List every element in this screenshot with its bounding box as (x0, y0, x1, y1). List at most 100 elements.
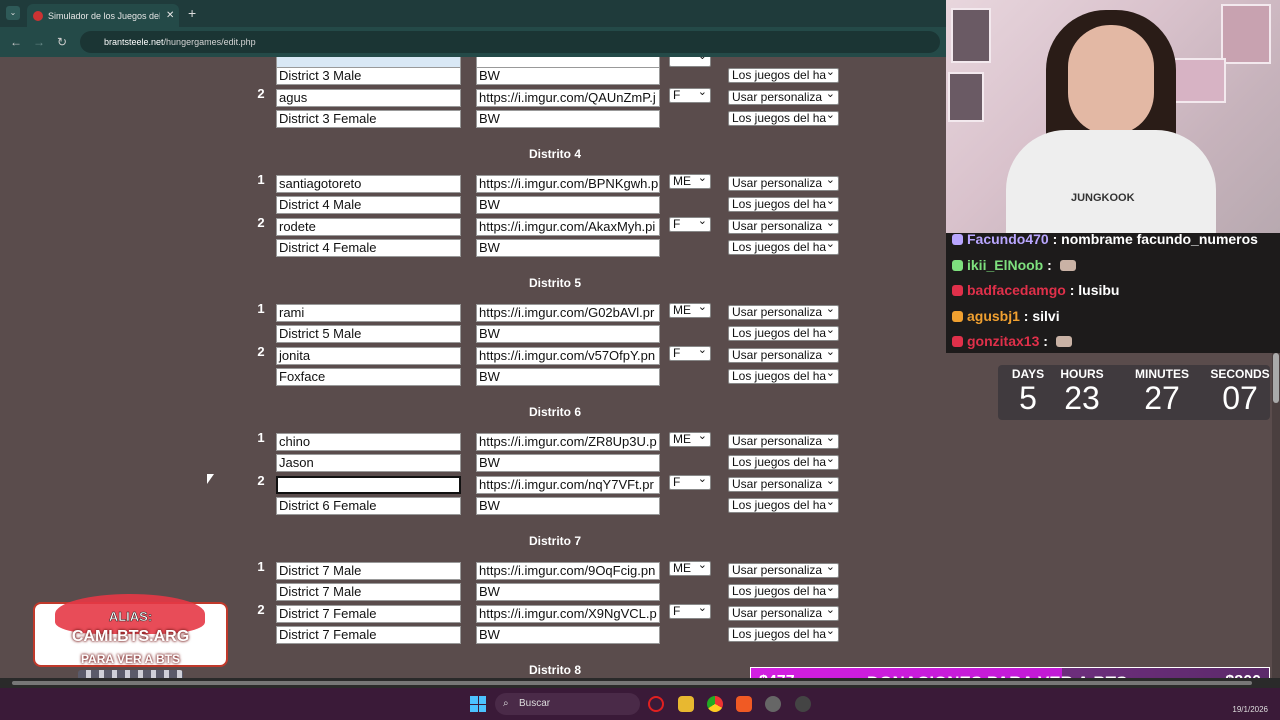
image-option-select[interactable]: Usar personaliza (728, 218, 839, 234)
gender-select[interactable]: F (669, 603, 711, 619)
image-option-select[interactable]: Usar personaliza (728, 175, 839, 191)
tribute-name-input[interactable]: District 6 Female (276, 497, 461, 515)
image-option-select[interactable]: Usar personaliza (728, 562, 839, 578)
tribute-name-input[interactable]: agus (276, 88, 461, 107)
chat-message: ikii_ElNoob : (952, 257, 1076, 273)
image-option-select[interactable]: Usar personaliza (728, 304, 839, 320)
image-option-select[interactable]: Los juegos del ha (728, 326, 839, 341)
gender-select[interactable]: ME (669, 431, 711, 447)
tribute-name-input[interactable]: Jason (276, 454, 461, 472)
tribute-image-input[interactable]: BW (476, 110, 660, 128)
new-tab-icon[interactable]: + (188, 5, 196, 21)
vertical-scrollbar-thumb[interactable] (1273, 353, 1279, 403)
tribute-image-input[interactable]: BW (476, 626, 660, 644)
windows-start-icon[interactable] (470, 696, 486, 712)
tribute-name-input[interactable]: District 7 Female (276, 626, 461, 644)
taskbar-clock: 19/1/2026 (1228, 693, 1268, 715)
alias-badge: ALIAS: CAMI.BTS.ARG PARA VER A BTS (33, 594, 228, 691)
image-option-select[interactable]: Los juegos del ha (728, 584, 839, 599)
close-tab-icon[interactable]: ✕ (166, 10, 174, 21)
tribute-image-input[interactable]: BW (476, 368, 660, 386)
chat-separator: : (1043, 256, 1056, 273)
image-option-select[interactable]: Los juegos del ha (728, 369, 839, 384)
gender-select[interactable]: ME (669, 302, 711, 318)
image-option-select[interactable]: Los juegos del ha (728, 627, 839, 642)
tribute-image-input[interactable]: BW (476, 239, 660, 257)
chat-badge-icon (952, 336, 963, 347)
horizontal-scrollbar-thumb[interactable] (12, 681, 1252, 685)
tribute-name-input[interactable] (276, 475, 461, 494)
tribute-image-input[interactable]: BW (476, 583, 660, 601)
district-heading: Distrito 6 (528, 404, 581, 419)
image-option-select[interactable]: Usar personaliza (728, 433, 839, 449)
brave-icon[interactable] (736, 696, 752, 712)
forward-icon[interactable]: → (33, 35, 45, 49)
image-option-select[interactable]: Usar personaliza (728, 605, 839, 621)
tribute-image-input[interactable]: BW (476, 67, 660, 85)
tribute-image-input[interactable]: https://i.imgur.com/X9NgVCL.p (476, 604, 660, 623)
image-option-select[interactable]: Usar personaliza (728, 89, 839, 105)
timer-unit: SECONDS 07 (1208, 367, 1272, 415)
gender-select[interactable]: ME (669, 560, 711, 576)
vertical-scrollbar[interactable] (1272, 353, 1280, 678)
tab-search-icon[interactable]: ⌄ (6, 6, 20, 20)
tribute-name-input[interactable]: District 7 Male (276, 561, 461, 580)
tribute-image-input[interactable]: BW (476, 454, 660, 472)
horizontal-scrollbar[interactable] (0, 678, 1280, 688)
browser-tab[interactable]: Simulador de los Juegos del Ha ✕ (27, 4, 179, 27)
back-icon[interactable]: ← (10, 35, 22, 49)
image-option-select[interactable]: Usar personaliza (728, 476, 839, 492)
tribute-image-input[interactable]: https://i.imgur.com/G02bAVl.pr (476, 303, 660, 322)
chat-username: agusbj1 (967, 307, 1020, 324)
tribute-image-input[interactable]: https://i.imgur.com/v57OfpY.pn (476, 346, 660, 365)
url-field[interactable]: brantsteele.net/hungergames/edit.php (80, 31, 940, 53)
tribute-number: 1 (257, 300, 265, 316)
tribute-name-input[interactable]: District 4 Female (276, 239, 461, 257)
tribute-name-input[interactable]: santiagotoreto (276, 174, 461, 193)
tribute-name-input[interactable]: District 3 Female (276, 110, 461, 128)
image-option-select[interactable]: Los juegos del ha (728, 111, 839, 126)
gender-select[interactable]: F (669, 87, 711, 103)
tribute-image-input[interactable]: https://i.imgur.com/BPNKgwh.p (476, 174, 660, 193)
chrome-icon[interactable] (707, 696, 723, 712)
tribute-image-input[interactable]: https://i.imgur.com/QAUnZmP.j (476, 88, 660, 107)
tribute-image-input[interactable]: https://i.imgur.com/nqY7VFt.pr (476, 475, 660, 494)
gender-select[interactable]: F (669, 345, 711, 361)
chat-username: gonzitax13 (967, 333, 1040, 349)
taskbar-search[interactable]: ⌕ Buscar (495, 693, 640, 715)
obs-icon[interactable] (795, 696, 811, 712)
tribute-name-input[interactable]: District 7 Male (276, 583, 461, 601)
file-explorer-icon[interactable] (678, 696, 694, 712)
tribute-name-input[interactable]: Foxface (276, 368, 461, 386)
tribute-name-input[interactable]: rami (276, 303, 461, 322)
tribute-image-input[interactable]: https://i.imgur.com/AkaxMyh.pi (476, 217, 660, 236)
reload-icon[interactable]: ↻ (57, 35, 67, 49)
tribute-image-input[interactable]: BW (476, 196, 660, 214)
image-option-select[interactable]: Los juegos del ha (728, 498, 839, 513)
tribute-name-input[interactable]: rodete (276, 217, 461, 236)
tribute-image-input[interactable]: https://i.imgur.com/9OqFcig.pn (476, 561, 660, 580)
image-option-select[interactable]: Los juegos del ha (728, 197, 839, 212)
tribute-name-input[interactable]: chino (276, 432, 461, 451)
tribute-name-input[interactable]: District 7 Female (276, 604, 461, 623)
tribute-name-input[interactable]: District 3 Male (276, 67, 461, 85)
tribute-name-input[interactable]: District 5 Male (276, 325, 461, 343)
gender-select[interactable] (669, 57, 711, 67)
gender-select[interactable]: ME (669, 173, 711, 189)
gender-select[interactable]: F (669, 216, 711, 232)
webcam-feed: JUNGKOOK (946, 0, 1280, 233)
gender-select[interactable]: F (669, 474, 711, 490)
image-option-select[interactable]: Los juegos del ha (728, 240, 839, 255)
image-option-select[interactable]: Los juegos del ha (728, 455, 839, 470)
opera-icon[interactable] (648, 696, 664, 712)
tribute-name-input[interactable]: jonita (276, 346, 461, 365)
image-option-select[interactable]: Los juegos del ha (728, 68, 839, 83)
tribute-image-input[interactable]: https://i.imgur.com/ZR8Up3U.p (476, 432, 660, 451)
tribute-name-input[interactable]: District 4 Male (276, 196, 461, 214)
tribute-image-input[interactable]: BW (476, 325, 660, 343)
app-icon[interactable] (765, 696, 781, 712)
address-bar-row: ← → ↻ brantsteele.net/hungergames/edit.p… (0, 27, 946, 57)
image-option-select[interactable]: Usar personaliza (728, 347, 839, 363)
streamer-face (1068, 25, 1154, 135)
tribute-image-input[interactable]: BW (476, 497, 660, 515)
